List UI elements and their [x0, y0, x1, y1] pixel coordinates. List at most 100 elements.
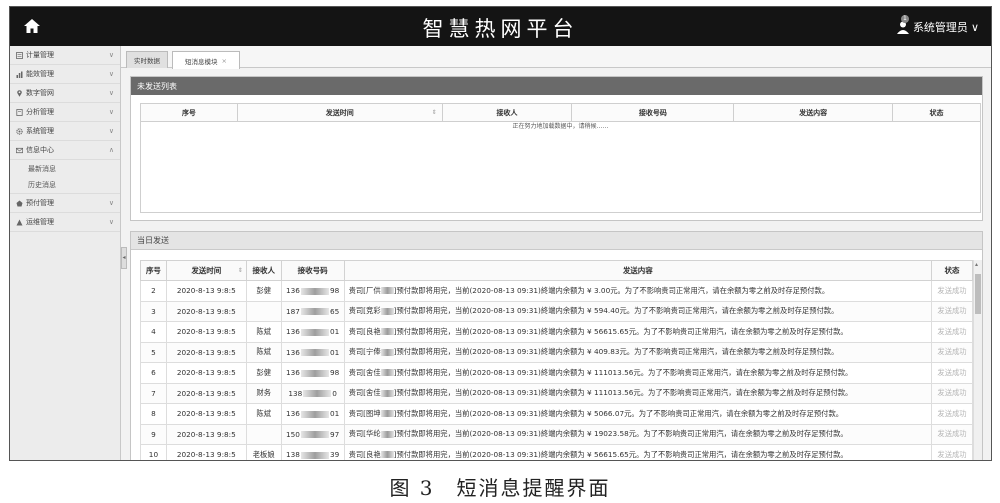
- cell-content: 贵司[良艳]预付款即将用完，当前(2020-08-13 09:31)終端内余额为…: [343, 444, 933, 460]
- column-header-send-time[interactable]: 发送时间 ⇕: [236, 103, 443, 122]
- cell-no: 8: [140, 403, 167, 425]
- cell-content: 贵司[厂供]预付款即将用完，当前(2020-08-13 09:31)終端内余额为…: [343, 280, 933, 302]
- redaction-mask: [300, 308, 329, 316]
- tab-label: 短消息模块: [185, 57, 218, 66]
- redaction-mask: [300, 410, 329, 418]
- sidebar-item-efficiency[interactable]: 能效管理 ∨: [10, 65, 120, 84]
- table-row[interactable]: 8 2020-8-13 9:8:5 陈斌 136 01 贵司[图坤]预付款即将用完，当前(…: [140, 403, 973, 425]
- sidebar-item-maintenance[interactable]: 运维管理 ∨: [10, 213, 120, 232]
- cell-receiver: 陈斌: [245, 403, 282, 425]
- today-sent-panel: 当日发送 序号 发送时间 ⇕ 接收人 接收号码 发送内容 状态 2 2020-8-1…: [130, 231, 983, 460]
- column-header-receiver[interactable]: 接收人: [441, 103, 573, 122]
- redaction-mask: [300, 451, 329, 459]
- tab-realtime-data[interactable]: 实时数据: [126, 51, 168, 68]
- sidebar-subitem-latest[interactable]: 最新消息: [10, 160, 120, 177]
- scrollbar-thumb[interactable]: [975, 274, 981, 314]
- chevron-down-icon: ∨: [108, 127, 114, 135]
- redaction-mask: [300, 328, 329, 336]
- redaction-mask: [300, 349, 329, 357]
- close-icon[interactable]: ×: [222, 57, 227, 65]
- cell-send-time: 2020-8-13 9:8:5: [165, 362, 247, 384]
- table-row[interactable]: 5 2020-8-13 9:8:5 陈斌 136 01 贵司[宁俸]预付款即将用完，当前(…: [140, 341, 973, 363]
- sidebar-item-label: 能效管理: [26, 70, 54, 78]
- redaction-mask: [380, 348, 394, 356]
- column-header-content[interactable]: 发送内容: [733, 103, 894, 122]
- column-header-status[interactable]: 状态: [931, 260, 973, 281]
- table-row[interactable]: 4 2020-8-13 9:8:5 陈斌 136 01 贵司[良艳]预付款即将用完，当前(…: [140, 321, 973, 343]
- sort-icon[interactable]: ⇕: [432, 109, 437, 116]
- column-header-status[interactable]: 状态: [892, 103, 981, 122]
- cell-no: 6: [140, 362, 167, 384]
- cell-content: 贵司[良艳]预付款即将用完，当前(2020-08-13 09:31)終端内余额为…: [343, 321, 933, 343]
- table-row[interactable]: 9 2020-8-13 9:8:5 150 97 贵司[华纶]预付款即将用完，当前(20…: [140, 423, 973, 445]
- sidebar-item-system[interactable]: 系统管理 ∨: [10, 122, 120, 141]
- sidebar-item-prepay[interactable]: 预付管理 ∨: [10, 194, 120, 213]
- cell-no: 4: [140, 321, 167, 343]
- cell-no: 2: [140, 280, 167, 302]
- column-header-receiver[interactable]: 接收人: [245, 260, 282, 281]
- cell-receiver: [245, 423, 282, 445]
- table-row[interactable]: 7 2020-8-13 9:8:5 财务 138 0 贵司[舍佳]预付款即将用完，当前(2…: [140, 382, 973, 404]
- cell-receiver: 彭健: [245, 280, 282, 302]
- cell-content: 贵司[竞彩]预付款即将用完，当前(2020-08-13 09:31)終端内余额为…: [343, 300, 933, 322]
- sidebar-item-label: 系统管理: [26, 127, 54, 135]
- table-row[interactable]: 2 2020-8-13 9:8:5 彭健 136 98 贵司[厂供]预付款即将用完，当前(…: [140, 280, 973, 302]
- table-row[interactable]: 3 2020-8-13 9:8:5 187 65 贵司[竞彩]预付款即将用完，当前(20…: [140, 300, 973, 322]
- cell-receiver: 彭健: [245, 362, 282, 384]
- cell-content: 贵司[舍佳]预付款即将用完，当前(2020-08-13 09:31)終端内余额为…: [343, 362, 933, 384]
- cell-content: 贵司[华纶]预付款即将用完，当前(2020-08-13 09:31)終端内余额为…: [343, 423, 933, 445]
- top-header: 智慧热网平台 1 系统管理员 ∨: [10, 7, 991, 46]
- column-header-phone[interactable]: 接收号码: [280, 260, 345, 281]
- cell-status: 发送成功: [931, 403, 973, 425]
- scroll-up-icon[interactable]: ▴: [975, 261, 978, 268]
- chevron-down-icon: ∨: [970, 20, 979, 34]
- cell-send-time: 2020-8-13 9:8:5: [165, 341, 247, 363]
- redaction-mask: [380, 287, 394, 295]
- table-row[interactable]: 10 2020-8-13 9:8:5 老板娘 138 39 贵司[良艳]预付款即将用完，当…: [140, 444, 973, 460]
- sidebar-item-label: 分析管理: [26, 108, 54, 116]
- cell-status: 发送成功: [931, 423, 973, 445]
- today-sent-rows: 2 2020-8-13 9:8:5 彭健 136 98 贵司[厂供]预付款即将用完，当前(…: [140, 280, 973, 460]
- cell-phone: 187 65: [280, 300, 345, 322]
- sidebar-collapse-toggle[interactable]: ◂: [121, 247, 127, 269]
- redaction-mask: [300, 369, 329, 377]
- column-header-content[interactable]: 发送内容: [343, 260, 933, 281]
- user-menu[interactable]: 1 系统管理员 ∨: [896, 15, 979, 35]
- figure-caption: 图 3 短消息提醒界面: [389, 476, 611, 500]
- today-sent-table: 序号 发送时间 ⇕ 接收人 接收号码 发送内容 状态 2 2020-8-13 9:8…: [140, 260, 973, 460]
- column-header-phone[interactable]: 接收号码: [571, 103, 735, 122]
- unsent-table: 序号 发送时间 ⇕ 接收人 接收号码 发送内容 状态: [140, 103, 981, 122]
- vertical-scrollbar[interactable]: ▴: [973, 260, 982, 460]
- redaction-mask: [380, 328, 394, 336]
- column-header-no[interactable]: 序号: [140, 103, 238, 122]
- cell-status: 发送成功: [931, 444, 973, 460]
- cell-send-time: 2020-8-13 9:8:5: [165, 403, 247, 425]
- cell-send-time: 2020-8-13 9:8:5: [165, 423, 247, 445]
- cell-phone: 136 01: [280, 403, 345, 425]
- user-icon: 1: [896, 15, 910, 34]
- table-row[interactable]: 6 2020-8-13 9:8:5 彭健 136 98 贵司[舍佳]预付款即将用完，当前(…: [140, 362, 973, 384]
- sort-icon[interactable]: ⇕: [238, 267, 243, 274]
- cell-send-time: 2020-8-13 9:8:5: [165, 444, 247, 460]
- sidebar-subitem-history[interactable]: 历史消息: [10, 177, 120, 194]
- cell-send-time: 2020-8-13 9:8:5: [165, 321, 247, 343]
- cell-content: 贵司[宁俸]预付款即将用完，当前(2020-08-13 09:31)終端内余额为…: [343, 341, 933, 363]
- meter-icon: [16, 51, 23, 59]
- location-icon: [16, 89, 23, 97]
- column-header-no[interactable]: 序号: [140, 260, 167, 281]
- column-header-send-time[interactable]: 发送时间 ⇕: [165, 260, 247, 281]
- cell-receiver: 老板娘: [245, 444, 282, 460]
- sidebar-item-info-center[interactable]: 信息中心 ∧: [10, 141, 120, 160]
- cell-status: 发送成功: [931, 321, 973, 343]
- sidebar: 计量管理 ∨ 能效管理 ∨ 数字管网 ∨ 分析管理 ∨ 系统管理 ∨ 信息中心 …: [10, 46, 121, 460]
- cell-phone: 150 97: [280, 423, 345, 445]
- tab-sms-module[interactable]: 短消息模块 ×: [172, 51, 240, 69]
- cell-no: 7: [140, 382, 167, 404]
- sidebar-item-metering[interactable]: 计量管理 ∨: [10, 46, 120, 65]
- chevron-down-icon: ∨: [108, 89, 114, 97]
- sidebar-item-label: 数字管网: [26, 89, 54, 97]
- cell-no: 10: [140, 444, 167, 460]
- sidebar-item-pipe-network[interactable]: 数字管网 ∨: [10, 84, 120, 103]
- cell-phone: 138 39: [280, 444, 345, 460]
- sidebar-item-analysis[interactable]: 分析管理 ∨: [10, 103, 120, 122]
